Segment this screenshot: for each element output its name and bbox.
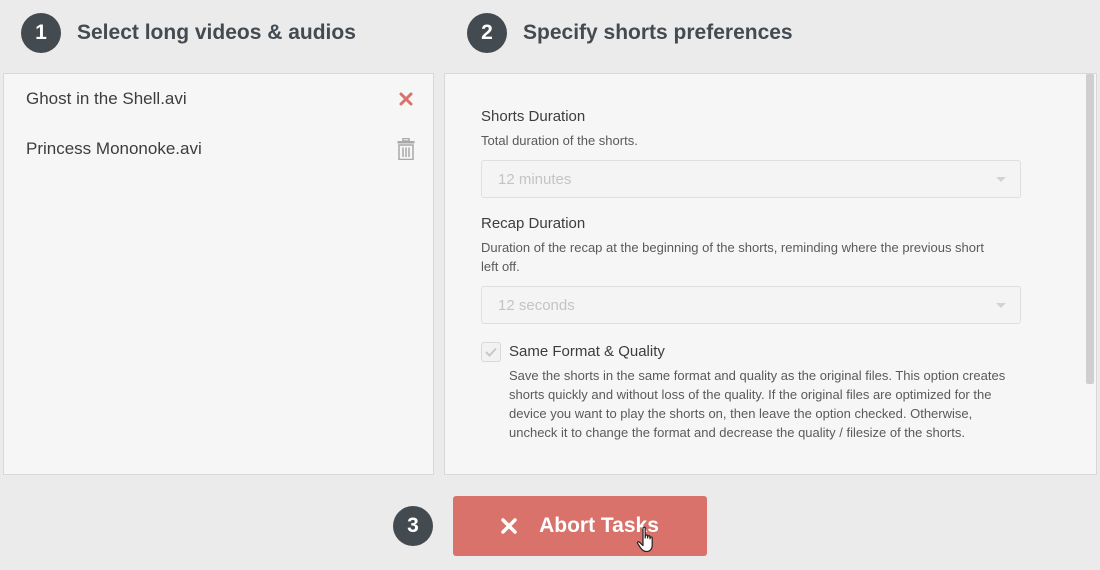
chevron-down-icon bbox=[996, 176, 1006, 182]
recap-duration-select[interactable]: 12 seconds bbox=[481, 286, 1021, 324]
trash-icon bbox=[397, 138, 415, 160]
recap-duration-description: Duration of the recap at the beginning o… bbox=[481, 240, 984, 274]
shorts-duration-label: Shorts Duration bbox=[481, 108, 586, 125]
recap-duration-value: 12 seconds bbox=[498, 296, 575, 314]
step-2-title: Specify shorts preferences bbox=[523, 21, 793, 44]
file-name: Ghost in the Shell.avi bbox=[26, 89, 187, 108]
step-3-badge: 3 bbox=[393, 506, 433, 546]
same-format-description: Save the shorts in the same format and q… bbox=[509, 368, 1006, 440]
close-x-icon bbox=[501, 518, 517, 534]
shorts-duration-description: Total duration of the shorts. bbox=[481, 133, 638, 148]
close-x-icon bbox=[399, 92, 413, 106]
step-1-badge: 1 bbox=[21, 13, 61, 53]
file-list-panel: Ghost in the Shell.avi Princess Mononoke… bbox=[3, 73, 434, 475]
shorts-duration-select[interactable]: 12 minutes bbox=[481, 160, 1021, 198]
preferences-scrollbar[interactable] bbox=[1086, 74, 1094, 384]
list-item[interactable]: Ghost in the Shell.avi bbox=[26, 84, 417, 114]
remove-file-button[interactable] bbox=[395, 88, 417, 110]
delete-file-button[interactable] bbox=[395, 138, 417, 160]
file-name: Princess Mononoke.avi bbox=[26, 139, 202, 158]
same-format-checkbox[interactable] bbox=[481, 342, 501, 362]
hand-cursor-icon bbox=[636, 526, 653, 553]
step-2-badge: 2 bbox=[467, 13, 507, 53]
abort-tasks-button[interactable]: Abort Tasks bbox=[453, 496, 707, 556]
same-format-label: Same Format & Quality bbox=[509, 343, 665, 360]
list-item[interactable]: Princess Mononoke.avi bbox=[26, 134, 417, 164]
recap-duration-label: Recap Duration bbox=[481, 215, 586, 232]
preferences-panel: Shorts Duration Total duration of the sh… bbox=[444, 73, 1097, 475]
checkmark-icon bbox=[485, 347, 497, 357]
step-1-title: Select long videos & audios bbox=[77, 21, 356, 44]
chevron-down-icon bbox=[996, 302, 1006, 308]
shorts-duration-value: 12 minutes bbox=[498, 170, 572, 188]
